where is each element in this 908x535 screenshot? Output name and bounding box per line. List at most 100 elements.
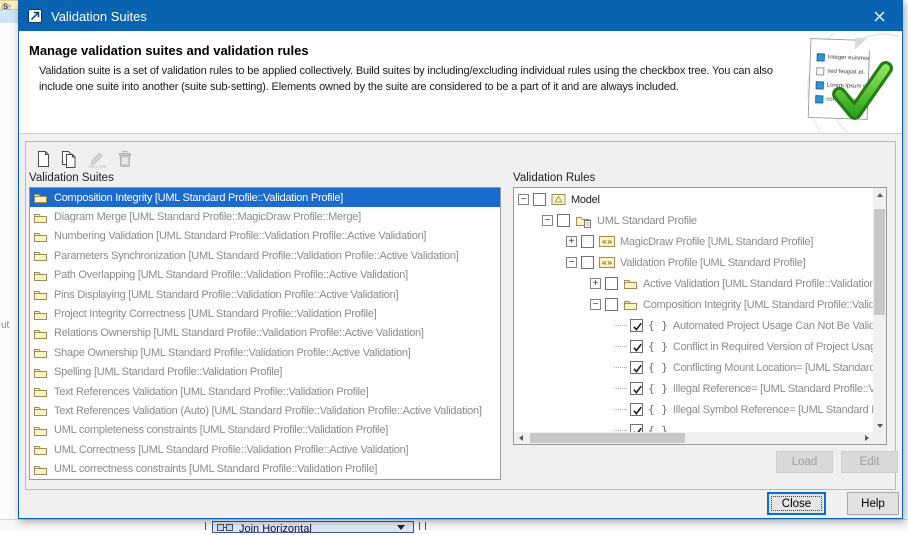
suite-list-item[interactable]: Composition Integrity [UML Standard Prof…: [30, 188, 500, 207]
tree-node[interactable]: − Composition Integrity [UML Standard Pro…: [514, 294, 873, 315]
suite-list-item[interactable]: Pins Displaying [UML Standard Profile::V…: [30, 285, 500, 304]
tree-connector-line: [614, 367, 627, 368]
rule-checkbox-unchecked[interactable]: [605, 277, 618, 290]
validation-suites-list[interactable]: Composition Integrity [UML Standard Prof…: [29, 187, 501, 480]
horizontal-scrollbar-thumb[interactable]: [530, 433, 685, 443]
vertical-scrollbar[interactable]: [873, 188, 886, 432]
tree-node[interactable]: − UML Standard Profile: [514, 210, 873, 231]
suite-list-item[interactable]: UML completeness constraints [UML Standa…: [30, 421, 500, 440]
collapse-toggle-icon[interactable]: −: [590, 299, 601, 310]
scroll-right-button[interactable]: [860, 432, 873, 444]
tree-node-label: Illegal Symbol Reference= [UML Standard …: [673, 404, 873, 416]
tree-node-label: Composition Integrity [UML Standard Prof…: [643, 299, 873, 311]
scroll-down-button[interactable]: [873, 419, 886, 432]
mini-checkbox-checked-icon: [815, 95, 823, 103]
edit-button-disabled[interactable]: Edit: [841, 451, 898, 473]
tree-node-label: Model: [571, 194, 600, 206]
suite-label: Pins Displaying [UML Standard Profile::V…: [54, 289, 398, 301]
folder-icon: [623, 277, 638, 290]
suite-list-item[interactable]: UML Correctness [UML Standard Profile::V…: [30, 440, 500, 459]
rule-checkbox-unchecked[interactable]: [605, 298, 618, 311]
mini-checkbox-checked-icon: [816, 81, 824, 89]
rule-checkbox-checked[interactable]: [630, 403, 643, 416]
close-button[interactable]: [857, 1, 902, 31]
tree-node[interactable]: +Active Validation [UML Standard Profile…: [514, 273, 873, 294]
suite-list-item[interactable]: Diagram Merge [UML Standard Profile::Mag…: [30, 207, 500, 226]
suite-label: Composition Integrity [UML Standard Prof…: [54, 192, 343, 204]
join-horizontal-combobox[interactable]: Join Horizontal: [212, 521, 414, 533]
rule-checkbox-checked[interactable]: [630, 382, 643, 395]
background-text-fragment: s: [3, 1, 8, 12]
suite-list-item[interactable]: Relations Ownership [UML Standard Profil…: [30, 324, 500, 343]
suite-list-item[interactable]: Spelling [UML Standard Profile::Validati…: [30, 363, 500, 382]
new-suite-button[interactable]: [31, 147, 55, 171]
collapse-toggle-icon[interactable]: −: [542, 215, 553, 226]
close-dialog-button[interactable]: Close: [767, 492, 826, 515]
expand-toggle-icon[interactable]: +: [590, 278, 601, 289]
description-line: include one suite into another (suite su…: [39, 81, 781, 93]
tree-node[interactable]: { }Automated Project Usage Can Not Be Va…: [514, 315, 873, 336]
close-icon: [874, 11, 885, 22]
suite-list-item[interactable]: Project Integrity Correctness [UML Stand…: [30, 304, 500, 323]
rule-checkbox-checked[interactable]: [630, 340, 643, 353]
expand-toggle-icon[interactable]: +: [566, 236, 577, 247]
suite-list-item[interactable]: Text References Validation [UML Standard…: [30, 382, 500, 401]
app-window-icon: [27, 8, 43, 24]
tree-connector-line: [614, 346, 627, 347]
rule-checkbox-unchecked[interactable]: [581, 256, 594, 269]
collapse-toggle-icon[interactable]: −: [566, 257, 577, 268]
collapse-toggle-icon[interactable]: −: [518, 194, 529, 205]
tree-node[interactable]: +«»MagicDraw Profile [UML Standard Profi…: [514, 231, 873, 252]
page-title: Manage validation suites and validation …: [29, 43, 309, 58]
folder-icon: [33, 211, 48, 224]
svg-text:«»: «»: [601, 259, 612, 269]
folder-icon: [33, 230, 48, 243]
load-button-disabled[interactable]: Load: [776, 451, 833, 473]
rule-checkbox-unchecked[interactable]: [581, 235, 594, 248]
suite-list-item[interactable]: Text References Validation (Auto) [UML S…: [30, 401, 500, 420]
svg-text:RENAME: RENAME: [88, 164, 106, 169]
suite-label: Relations Ownership [UML Standard Profil…: [54, 327, 424, 339]
description-line: Validation suite is a set of validation …: [39, 65, 781, 77]
tree-node[interactable]: { }Conflicting Mount Location= [UML Stan…: [514, 357, 873, 378]
chevron-down-icon[interactable]: [397, 525, 405, 530]
tree-node[interactable]: { }Illegal Reference= [UML Standard Prof…: [514, 378, 873, 399]
constraint-braces-icon: { }: [648, 319, 668, 332]
suite-list-item[interactable]: Path Overlapping [UML Standard Profile::…: [30, 266, 500, 285]
tree-node[interactable]: { }Conflict in Required Version of Proje…: [514, 336, 873, 357]
tree-node[interactable]: { }: [514, 420, 873, 432]
clone-suite-button[interactable]: [57, 147, 81, 171]
rule-checkbox-checked[interactable]: [630, 361, 643, 374]
suite-label: Parameters Synchronization [UML Standard…: [54, 250, 459, 262]
validation-suites-dialog: Validation Suites Manage validation suit…: [18, 0, 903, 519]
rule-checkbox-checked[interactable]: [630, 424, 643, 432]
scroll-left-button[interactable]: [514, 432, 527, 444]
tree-node[interactable]: { }Illegal Symbol Reference= [UML Standa…: [514, 399, 873, 420]
rule-checkbox-checked[interactable]: [630, 319, 643, 332]
vertical-scrollbar-thumb[interactable]: [874, 209, 885, 315]
green-checkmark-icon: [829, 59, 895, 125]
scroll-up-button[interactable]: [873, 188, 886, 201]
validation-rules-tree[interactable]: − Model − UML Standard Profile +«»MagicDraw …: [514, 188, 873, 432]
suite-label: UML correctness constraints [UML Standar…: [54, 463, 377, 475]
rule-checkbox-unchecked[interactable]: [557, 214, 570, 227]
delete-suite-button-disabled[interactable]: [113, 147, 137, 171]
horizontal-scrollbar[interactable]: [514, 432, 873, 444]
validation-rules-tree-panel: − Model − UML Standard Profile +«»MagicDraw …: [513, 187, 887, 445]
suite-label: Text References Validation [UML Standard…: [54, 386, 369, 398]
folder-icon: [33, 404, 48, 417]
suite-list-item[interactable]: UML correctness constraints [UML Standar…: [30, 459, 500, 478]
rule-checkbox-unchecked[interactable]: [533, 193, 546, 206]
folder-icon: [33, 443, 48, 456]
suite-list-item[interactable]: Parameters Synchronization [UML Standard…: [30, 246, 500, 265]
tree-node-label: UML Standard Profile: [597, 215, 697, 227]
suite-label: UML completeness constraints [UML Standa…: [54, 424, 388, 436]
chevron-down-icon: [877, 424, 883, 428]
tree-node[interactable]: − Model: [514, 189, 873, 210]
suite-list-item[interactable]: Numbering Validation [UML Standard Profi…: [30, 227, 500, 246]
suite-list-item[interactable]: Shape Ownership [UML Standard Profile::V…: [30, 343, 500, 362]
tree-node[interactable]: −«»Validation Profile [UML Standard Prof…: [514, 252, 873, 273]
chevron-right-icon: [865, 435, 869, 441]
help-button[interactable]: Help: [847, 492, 899, 515]
edit-suite-button-disabled[interactable]: RENAME: [85, 147, 109, 171]
